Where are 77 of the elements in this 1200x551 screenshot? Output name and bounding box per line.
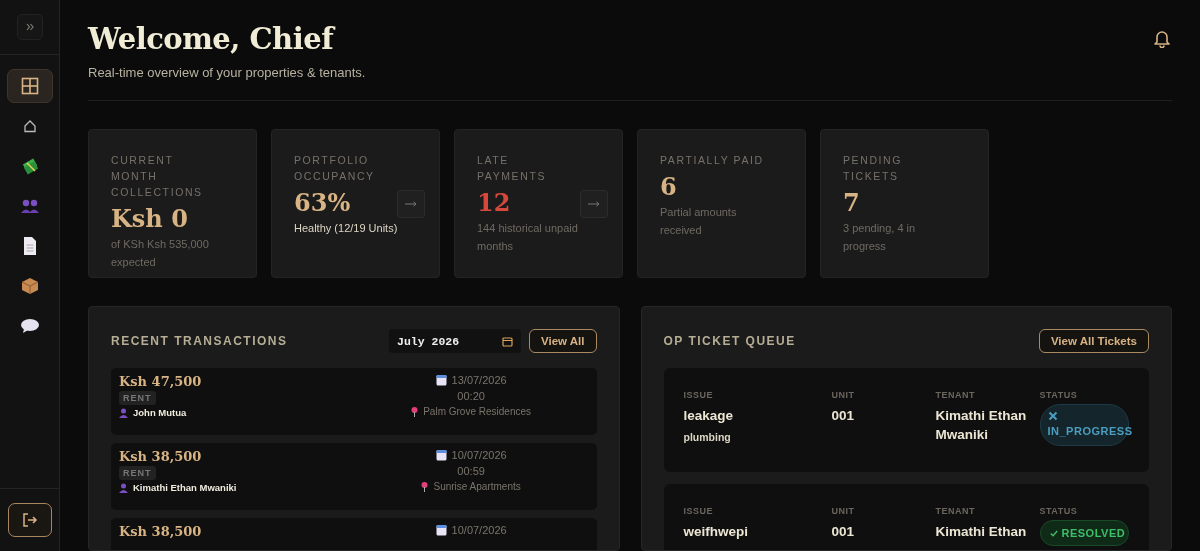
stat-value: 6 xyxy=(660,172,677,201)
house-icon xyxy=(22,119,37,133)
month-value: July 2026 xyxy=(397,334,460,348)
ticket-tenant: Kimathi Ethan Mwaniki xyxy=(935,407,1028,444)
stat-label: LATE PAYMENTS xyxy=(477,153,547,184)
ticket-unit: 001 xyxy=(831,523,856,541)
transaction-amount: Ksh 47,500 xyxy=(119,374,203,389)
ticket-tenant: Kimathi Ethan xyxy=(935,523,1028,541)
panel-title: OP TICKET QUEUE xyxy=(663,334,796,348)
notifications-button[interactable] xyxy=(1152,28,1172,51)
ticket-issue: leakage xyxy=(683,407,735,425)
transaction-time: 00:20 xyxy=(457,390,485,402)
calendar-icon xyxy=(435,449,447,461)
money-icon xyxy=(20,157,39,175)
stat-label: PENDING TICKETS xyxy=(843,153,904,184)
field-label: UNIT xyxy=(831,506,856,516)
package-icon xyxy=(20,277,39,295)
page-title: Welcome, Chief xyxy=(88,22,337,56)
stat-value: 63% xyxy=(294,188,351,217)
tenant-name: Kimathi Ethan Mwaniki xyxy=(133,482,237,493)
stat-note: 144 historical unpaid months xyxy=(477,221,579,254)
field-label: TENANT xyxy=(935,390,976,400)
panel-title: RECENT TRANSACTIONS xyxy=(111,334,288,348)
transaction-amount: Ksh 38,500 xyxy=(119,524,203,539)
stat-label: PARTIALLY PAID xyxy=(660,153,765,168)
stat-value: Ksh 0 xyxy=(111,204,188,233)
stat-value: 7 xyxy=(843,188,860,217)
logout-icon xyxy=(21,512,38,528)
property-name: Sunrise Apartments xyxy=(433,481,521,492)
grid-icon xyxy=(20,77,39,95)
ticket-category: plumbing xyxy=(683,431,732,443)
pin-icon xyxy=(411,406,419,417)
stat-label: PORTFOLIO OCCUPANCY xyxy=(294,153,376,184)
stat-note: 3 pending, 4 in progress xyxy=(843,221,917,254)
bell-icon xyxy=(1152,28,1172,48)
field-label: STATUS xyxy=(1039,390,1079,400)
person-icon xyxy=(119,407,128,418)
person-icon xyxy=(119,482,128,493)
field-label: STATUS xyxy=(1039,506,1079,516)
stat-note: Partial amounts received xyxy=(660,205,738,238)
page-subtitle: Real-time overview of your properties & tenants. xyxy=(88,65,366,80)
field-label: ISSUE xyxy=(683,506,714,516)
stat-note: of KSh Ksh 535,000 expected xyxy=(111,237,210,270)
transaction-type: RENT xyxy=(119,466,156,480)
stat-note: Healthy (12/19 Units) xyxy=(294,221,399,236)
people-icon xyxy=(19,198,40,214)
transaction-date: 10/07/2026 xyxy=(451,524,507,536)
view-all-button[interactable]: View All xyxy=(529,329,597,353)
view-all-tickets-button[interactable]: View All Tickets xyxy=(1038,329,1149,353)
arrow-right-icon xyxy=(588,201,600,207)
field-label: UNIT xyxy=(831,390,856,400)
transaction-time: 00:59 xyxy=(457,465,485,477)
calendar-icon xyxy=(502,335,514,347)
calendar-icon xyxy=(435,374,447,386)
stat-value: 12 xyxy=(477,188,511,217)
arrow-right-icon xyxy=(405,201,417,207)
logout-button[interactable] xyxy=(7,503,52,537)
document-icon xyxy=(21,236,38,256)
field-label: TENANT xyxy=(935,506,976,516)
speech-bubble-icon xyxy=(19,318,40,334)
month-field[interactable]: July 2026 xyxy=(389,329,522,353)
ticket-unit: 001 xyxy=(831,407,856,425)
calendar-icon xyxy=(435,524,447,536)
transaction-type: RENT xyxy=(119,391,156,405)
tenant-name: John Mutua xyxy=(133,407,187,418)
check-icon xyxy=(1049,530,1058,537)
stat-label: CURRENT MONTH COLLECTIONS xyxy=(111,153,204,200)
pin-icon xyxy=(421,481,429,492)
transaction-amount: Ksh 38,500 xyxy=(119,449,203,464)
sidebar-item[interactable] xyxy=(6,69,53,103)
property-name: Palm Grove Residences xyxy=(423,406,532,417)
ticket-issue: weifhwepi xyxy=(683,523,749,541)
field-label: ISSUE xyxy=(683,390,714,400)
transaction-date: 10/07/2026 xyxy=(451,449,507,461)
transaction-date: 13/07/2026 xyxy=(451,374,507,386)
double-chevron-icon xyxy=(25,23,34,31)
status-badge: RESOLVED xyxy=(1039,520,1129,546)
